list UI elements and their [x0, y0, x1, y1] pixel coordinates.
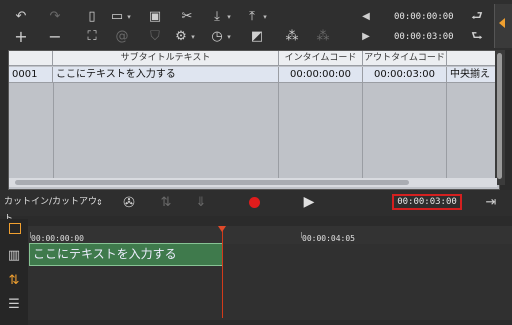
playback-controls: カットイン/カットアウト ⇕ ✇ ⇅ ⇓ ▶ 00:00:03:00 ⇥ [0, 190, 512, 224]
film-reel-icon[interactable]: ✇ [120, 195, 138, 211]
ruler-tick [301, 232, 302, 238]
mark-out-icon[interactable]: ▶ [357, 29, 375, 45]
chevron-down-icon[interactable]: ▾ [226, 29, 232, 45]
column-divider [278, 83, 279, 179]
current-timecode[interactable]: 00:00:03:00 [392, 194, 462, 210]
set-out-icon[interactable]: ⮑ [468, 29, 486, 45]
updown-icon: ⇕ [96, 198, 103, 207]
grid-header-align[interactable] [447, 51, 499, 66]
collapse-arrow-icon [499, 18, 505, 28]
grid-header-index [9, 51, 53, 66]
edit-icon[interactable]: ◩ [248, 29, 266, 45]
row-alignment[interactable]: 中央揃え [447, 67, 499, 83]
open-folder-icon[interactable]: ▭ [108, 9, 126, 25]
jump-to-end-icon[interactable]: ⇥ [482, 195, 500, 211]
add-icon[interactable]: + [12, 29, 30, 45]
play-button[interactable]: ▶ [300, 194, 318, 210]
row-in-timecode[interactable]: 00:00:00:00 [279, 67, 363, 83]
ruler-mid-label: 00:00:04:05 [302, 234, 355, 243]
export-icon[interactable]: ⤒ [243, 9, 261, 25]
record-button[interactable] [249, 197, 260, 208]
in-timecode: 00:00:00:00 [394, 12, 454, 22]
chevron-down-icon[interactable]: ▾ [190, 29, 196, 45]
layers-icon[interactable]: ☰ [5, 297, 23, 313]
swap-icon[interactable]: ⇅ [5, 273, 23, 289]
mark-in-icon[interactable]: ◀ [357, 9, 375, 25]
scrollbar-thumb[interactable] [497, 53, 502, 179]
footprint-in-icon[interactable]: ⁂ [283, 29, 301, 45]
grid-vertical-scrollbar[interactable] [495, 50, 505, 185]
undo-icon[interactable]: ↶ [12, 9, 30, 25]
chevron-down-icon[interactable]: ▾ [262, 9, 268, 25]
import-icon[interactable]: ⤓ [208, 9, 226, 25]
chevron-down-icon[interactable]: ▾ [126, 9, 132, 25]
subtitle-grid: サブタイトルテキスト インタイムコード アウトタイムコード 0001 ここにテキ… [8, 50, 500, 190]
grid-header-text[interactable]: サブタイトルテキスト [53, 51, 279, 66]
cut-icon[interactable]: ✂ [178, 9, 196, 25]
grid-header-in[interactable]: インタイムコード [279, 51, 363, 66]
new-file-icon[interactable]: ▯ [83, 9, 101, 25]
row-out-timecode[interactable]: 00:00:03:00 [363, 67, 447, 83]
tag-icon[interactable]: ⛉ [146, 29, 164, 45]
track-icon[interactable]: ▥ [5, 248, 23, 264]
mode-select[interactable]: カットイン/カットアウト ⇕ [4, 194, 104, 224]
trim-icon[interactable]: ⇓ [192, 195, 210, 211]
chevron-down-icon[interactable]: ▾ [226, 9, 232, 25]
split-icon[interactable]: ⇅ [157, 195, 175, 211]
clock-icon[interactable]: ◷ [208, 29, 226, 45]
row-index[interactable]: 0001 [9, 67, 53, 83]
column-divider [362, 83, 363, 179]
row-subtitle-text[interactable]: ここにテキストを入力する [53, 67, 279, 83]
main-toolbar: ↶ ↷ ▯ ▭ ▾ ▣ ✂ ⤓ ▾ ⤒ ▾ ◀ 00:00:00:00 ⮐ + … [0, 0, 512, 50]
playhead-line[interactable] [222, 228, 223, 318]
column-divider [446, 83, 447, 179]
out-timecode: 00:00:03:00 [394, 32, 454, 42]
panel-collapse-tab[interactable] [494, 4, 512, 48]
find-icon[interactable]: ⛶ [83, 29, 101, 45]
timeline-view-icon[interactable] [9, 223, 21, 234]
grid-header-out[interactable]: アウトタイムコード [363, 51, 447, 66]
save-icon[interactable]: ▣ [146, 9, 164, 25]
search-replace-icon[interactable]: @ [113, 29, 131, 45]
grid-horizontal-scrollbar[interactable] [9, 178, 497, 187]
footprint-out-icon[interactable]: ⁂ [314, 29, 332, 45]
ruler-tick [30, 232, 31, 238]
column-divider [53, 83, 54, 179]
subtitle-clip[interactable]: ここにテキストを入力する [29, 243, 223, 266]
scrollbar-thumb[interactable] [15, 180, 409, 185]
settings-icon[interactable]: ⚙ [172, 29, 190, 45]
remove-icon[interactable]: − [46, 29, 64, 45]
playhead-marker-icon[interactable] [218, 226, 226, 232]
redo-icon[interactable]: ↷ [46, 9, 64, 25]
set-in-icon[interactable]: ⮐ [468, 9, 486, 25]
ruler-start-label: 00:00:00:00 [31, 234, 84, 243]
timeline-tools: ▥ ⇅ ☰ [0, 219, 28, 325]
